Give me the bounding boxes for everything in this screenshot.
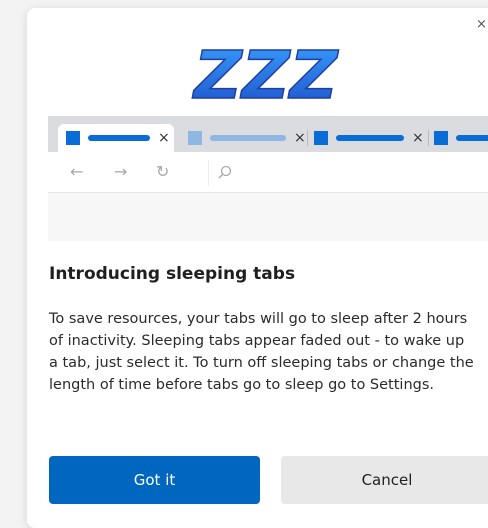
- dialog-description: To save resources, your tabs will go to …: [49, 311, 474, 393]
- sleeping-tab: ×: [186, 124, 306, 152]
- dialog-title: Introducing sleeping tabs: [49, 264, 296, 284]
- tab-favicon: [434, 131, 448, 145]
- tab-favicon: [66, 131, 80, 145]
- partial-tab: [432, 124, 488, 152]
- browser-illustration: × × × ← → ↻: [48, 116, 488, 241]
- tab-title-bar: [88, 135, 150, 141]
- address-bar: [208, 160, 488, 186]
- page-content-area: [48, 193, 488, 241]
- tab-title-bar: [456, 135, 488, 141]
- tab-title-bar: [210, 135, 286, 141]
- active-tab: ×: [58, 124, 174, 152]
- forward-arrow-icon: →: [114, 162, 128, 181]
- tab-favicon: [188, 131, 202, 145]
- tab-strip: × × ×: [48, 116, 488, 152]
- tab-title-bar: [336, 135, 404, 141]
- tab-close-icon: ×: [412, 130, 424, 146]
- back-arrow-icon: ←: [70, 162, 84, 181]
- sleep-zzz-illustration: ZZZ: [191, 36, 339, 106]
- tab-favicon: [314, 131, 328, 145]
- cancel-button[interactable]: Cancel: [281, 456, 488, 504]
- close-icon[interactable]: ×: [476, 18, 488, 32]
- awake-tab: ×: [312, 124, 424, 152]
- tab-close-icon: ×: [158, 130, 170, 146]
- tab-separator: [428, 130, 429, 146]
- sleep-letter-large: ZZZ: [192, 37, 339, 106]
- browser-toolbar: ← → ↻: [48, 152, 488, 193]
- tab-close-icon: ×: [294, 130, 306, 146]
- got-it-button[interactable]: Got it: [49, 456, 260, 504]
- tab-separator: [307, 130, 308, 146]
- search-icon: [218, 165, 232, 179]
- refresh-icon: ↻: [156, 162, 170, 181]
